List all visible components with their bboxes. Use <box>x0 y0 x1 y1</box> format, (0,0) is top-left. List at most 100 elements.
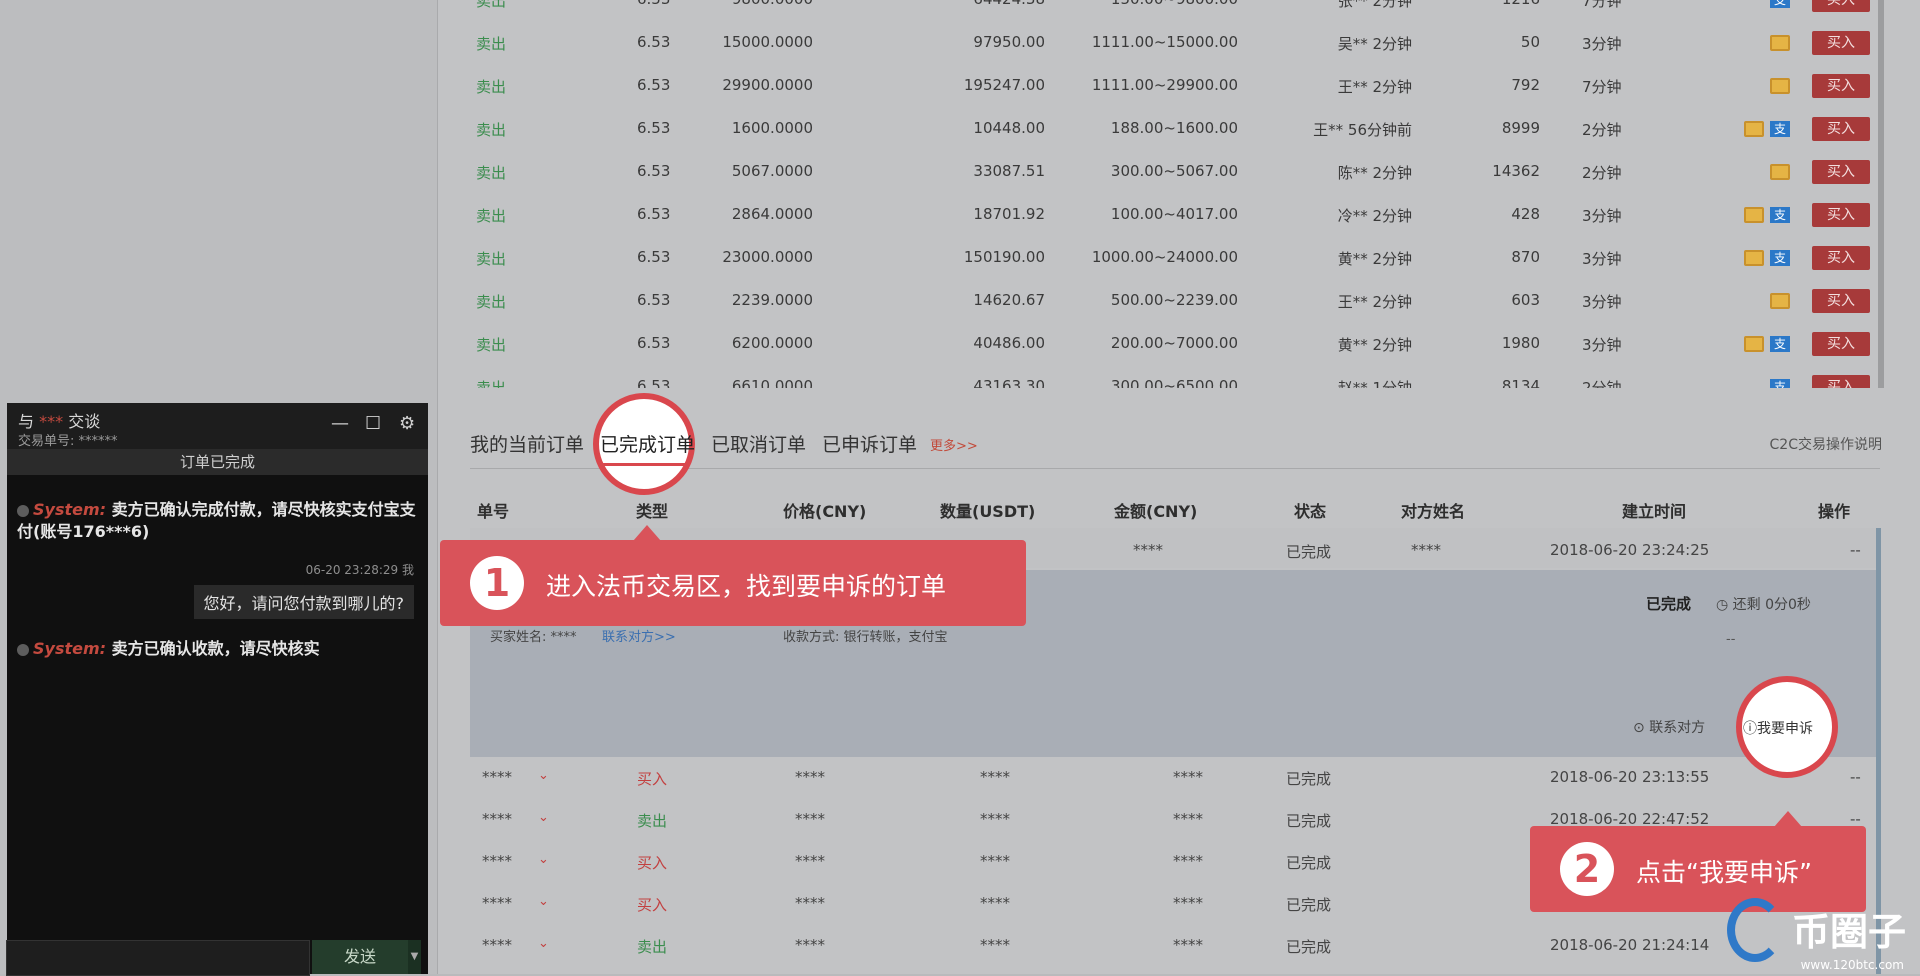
watermark-url: www.120btc.com <box>1800 958 1904 972</box>
market-pay-time: 3分钟 <box>1582 207 1622 225</box>
order-type: 买入 <box>637 896 668 914</box>
market-pay-time: 7分钟 <box>1582 0 1622 10</box>
callout-2-pointer <box>1774 811 1802 827</box>
header-created-time: 建立时间 <box>1622 502 1687 521</box>
c2c-help-link[interactable]: C2C交易操作说明 <box>1770 434 1882 454</box>
buy-button[interactable]: 买入 <box>1812 160 1870 184</box>
tab-appealed-orders[interactable]: 已申诉订单 <box>822 430 917 457</box>
market-limit: 100.00~4017.00 <box>1110 205 1238 223</box>
market-price: 6.53 <box>637 76 671 94</box>
market-type: 卖出 <box>476 207 507 225</box>
order-status: 已完成 <box>1286 938 1332 956</box>
market-trade-count: 792 <box>1511 76 1540 94</box>
bank-card-icon <box>1744 250 1764 266</box>
market-limit: 150.00~9800.00 <box>1111 0 1238 8</box>
market-amount: 2864.0000 <box>731 205 813 223</box>
buy-button[interactable]: 买入 <box>1812 117 1870 141</box>
order-status: 已完成 <box>1286 896 1332 914</box>
bank-card-icon <box>1770 35 1790 51</box>
market-type: 卖出 <box>476 35 507 53</box>
market-type: 卖出 <box>476 379 507 388</box>
expand-chevron-icon[interactable]: ⌄ <box>538 852 549 867</box>
more-link[interactable]: 更多>> <box>930 435 978 454</box>
market-trade-count: 50 <box>1520 33 1540 51</box>
contact-link[interactable]: 联系对方>> <box>602 626 676 645</box>
tab-cancelled-orders[interactable]: 已取消订单 <box>711 430 806 457</box>
market-merchant: 吴** 2分钟 <box>1337 35 1412 53</box>
buy-button[interactable]: 买入 <box>1812 203 1870 227</box>
appeal-button-label: 我要申诉 <box>1757 721 1813 737</box>
market-total: 64424.38 <box>973 0 1045 8</box>
market-pay-time: 3分钟 <box>1582 35 1622 53</box>
detail-dash: -- <box>1726 632 1736 647</box>
market-trade-count: 14362 <box>1492 162 1540 180</box>
send-button[interactable]: 发送 <box>312 940 408 974</box>
contact-button[interactable]: ⊙ 联系对方 <box>1633 717 1705 737</box>
buy-button[interactable]: 买入 <box>1812 332 1870 356</box>
market-total: 97950.00 <box>973 33 1045 51</box>
market-amount: 9800.0000 <box>732 0 813 8</box>
buy-button[interactable]: 买入 <box>1812 0 1870 12</box>
buy-button[interactable]: 买入 <box>1812 289 1870 313</box>
chat-window: 与 *** 交谈 交易单号: ****** — ☐ ⚙ 订单已完成 System… <box>7 403 428 974</box>
market-amount: 29900.0000 <box>722 76 813 94</box>
appeal-button[interactable]: ⓘ我要申诉 <box>1743 718 1813 738</box>
order-action: -- <box>1850 768 1861 786</box>
market-scrollbar[interactable] <box>1878 0 1884 388</box>
clock-icon: ◷ <box>1716 597 1733 613</box>
chat-title-prefix: 与 <box>18 412 35 431</box>
order-quantity: **** <box>980 852 1010 870</box>
market-total: 40486.00 <box>973 334 1045 352</box>
market-amount: 1600.0000 <box>731 119 813 137</box>
alipay-icon: 支 <box>1770 336 1790 352</box>
chat-order-number: 交易单号: ****** <box>18 434 118 449</box>
market-merchant: 冷** 2分钟 <box>1337 207 1412 225</box>
market-price: 6.53 <box>637 0 670 8</box>
settings-gear-icon[interactable]: ⚙ <box>399 413 415 434</box>
market-row: 卖出 6.53 6200.0000 40486.00 200.00~7000.00 黄**… <box>438 322 1878 365</box>
market-merchant: 黄** 2分钟 <box>1337 250 1412 268</box>
market-price: 6.53 <box>637 377 671 388</box>
market-amount: 5067.0000 <box>731 162 813 180</box>
watermark-logo-icon <box>1727 898 1783 962</box>
buy-button[interactable]: 买入 <box>1812 246 1870 270</box>
buy-button[interactable]: 买入 <box>1812 74 1870 98</box>
market-total: 14620.67 <box>973 291 1045 309</box>
buy-button[interactable]: 买入 <box>1812 31 1870 55</box>
maximize-icon[interactable]: ☐ <box>365 413 381 434</box>
bank-card-icon <box>1744 121 1764 137</box>
order-amount: **** <box>1173 768 1203 786</box>
header-action: 操作 <box>1818 502 1851 521</box>
market-amount: 6200.0000 <box>731 334 813 352</box>
order-quantity: **** <box>980 768 1010 786</box>
expand-chevron-icon[interactable]: ⌄ <box>538 894 549 909</box>
expand-chevron-icon[interactable]: ⌄ <box>538 936 549 951</box>
order-type: 卖出 <box>637 938 668 956</box>
market-pay-time: 2分钟 <box>1582 121 1622 139</box>
buy-button[interactable]: 买入 <box>1812 375 1870 388</box>
minimize-icon[interactable]: — <box>331 413 349 434</box>
order-row[interactable]: **** 买入 **** **** **** 已完成 2018-06-20 23:13:55… <box>470 756 1880 798</box>
market-type: 卖出 <box>476 164 507 182</box>
order-row[interactable]: **** 卖出 **** **** **** 已完成 2018-06-20 21:24:14… <box>470 924 1880 966</box>
expand-chevron-icon[interactable]: ⌄ <box>538 810 549 825</box>
bank-card-icon <box>1770 293 1790 309</box>
order-status: 已完成 <box>1286 770 1332 788</box>
chat-message-input[interactable] <box>6 940 310 976</box>
page: 卖出 6.53 9800.0000 64424.38 150.00~9800.00 张**… <box>0 0 1920 976</box>
order-quantity: **** <box>980 894 1010 912</box>
market-merchant: 陈** 2分钟 <box>1337 164 1412 182</box>
market-pay-time: 3分钟 <box>1582 293 1622 311</box>
order-price: **** <box>795 894 825 912</box>
tab-completed-orders[interactable]: 已完成订单 <box>600 430 695 457</box>
market-trade-count: 8999 <box>1501 119 1540 137</box>
market-limit: 1000.00~24000.00 <box>1091 248 1238 266</box>
market-row: 卖出 6.53 2239.0000 14620.67 500.00~2239.00 王**… <box>438 279 1878 322</box>
expand-chevron-icon[interactable]: ⌄ <box>538 768 549 783</box>
tab-current-orders[interactable]: 我的当前订单 <box>470 430 584 457</box>
send-options-chevron-icon[interactable]: ▼ <box>408 940 421 974</box>
order-quantity: **** <box>980 936 1010 954</box>
market-amount: 2239.0000 <box>731 291 813 309</box>
market-trade-count: 870 <box>1511 248 1540 266</box>
order-type: 买入 <box>637 854 668 872</box>
